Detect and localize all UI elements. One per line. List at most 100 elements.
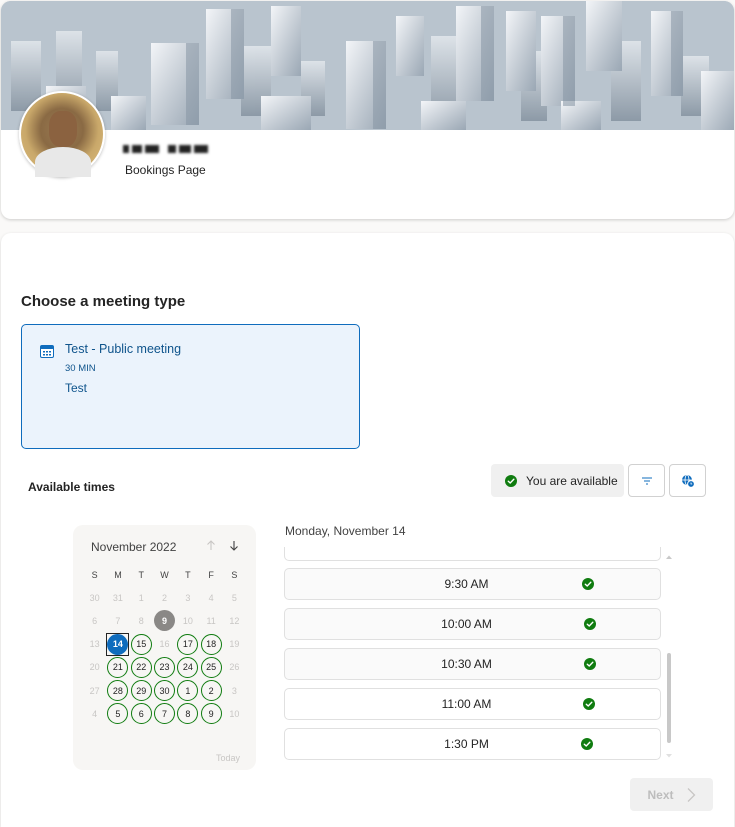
calendar-day: 10 xyxy=(223,702,246,725)
filter-button[interactable] xyxy=(628,464,665,497)
calendar-day[interactable]: 28 xyxy=(106,679,129,702)
meeting-type-card[interactable]: Test - Public meeting 30 MIN Test xyxy=(21,324,360,449)
weekday-header: F xyxy=(208,569,214,580)
calendar-day[interactable]: 1 xyxy=(176,679,199,702)
time-slot[interactable]: 1:30 PM xyxy=(284,728,661,760)
calendar-day-number: 25 xyxy=(200,656,222,678)
timezone-button[interactable] xyxy=(669,464,706,497)
calendar-day: 3 xyxy=(176,586,199,609)
section-title: Choose a meeting type xyxy=(21,293,186,310)
calendar-day[interactable]: 9 xyxy=(199,702,222,725)
calendar-day[interactable]: 23 xyxy=(153,656,176,679)
go-to-today-link[interactable]: Today xyxy=(216,753,240,763)
calendar-day-number: 30 xyxy=(154,680,176,702)
bookings-page-label: Bookings Page xyxy=(125,163,206,177)
availability-status-button[interactable]: You are available xyxy=(491,464,624,497)
calendar-day[interactable]: 6 xyxy=(130,702,153,725)
time-slot[interactable]: 10:30 AM xyxy=(284,648,661,680)
calendar-day[interactable]: 7 xyxy=(153,702,176,725)
calendar-day: 4 xyxy=(199,586,222,609)
cover-banner xyxy=(1,1,734,130)
calendar-day-number: 1 xyxy=(177,680,199,702)
time-slot[interactable]: 9:30 AM xyxy=(284,568,661,600)
redacted-name xyxy=(123,143,208,155)
scroll-down-arrow-icon[interactable] xyxy=(665,753,673,759)
calendar-day-number: 10 xyxy=(229,708,240,719)
calendar-day-number: 3 xyxy=(185,592,191,603)
scroll-up-arrow-icon[interactable] xyxy=(665,554,673,560)
calendar-day: 11 xyxy=(199,609,222,632)
weekday-header: M xyxy=(114,569,122,580)
calendar-day[interactable]: 29 xyxy=(130,679,153,702)
check-circle-icon xyxy=(505,474,517,487)
calendar-day[interactable]: 8 xyxy=(176,702,199,725)
previous-month-button[interactable] xyxy=(203,537,219,553)
chevron-right-icon xyxy=(687,787,695,802)
check-circle-icon xyxy=(584,658,596,670)
calendar-day[interactable]: 25 xyxy=(199,656,222,679)
meeting-description: Test xyxy=(65,381,88,395)
calendar-day-number: 5 xyxy=(107,703,129,725)
calendar-day-number: 29 xyxy=(130,680,152,702)
next-month-button[interactable] xyxy=(226,537,242,553)
calendar-day-number: 1 xyxy=(138,592,144,603)
calendar-day: 13 xyxy=(83,633,106,656)
calendar-day: 31 xyxy=(106,586,129,609)
calendar-day: 2 xyxy=(153,586,176,609)
calendar-day-number: 8 xyxy=(138,615,144,626)
calendar-day-number: 21 xyxy=(107,656,129,678)
calendar-day-number: 31 xyxy=(112,592,123,603)
calendar-day-number: 16 xyxy=(159,639,170,650)
calendar-day-number: 17 xyxy=(177,633,199,655)
calendar-day-number: 22 xyxy=(130,656,152,678)
selected-day-focus-box xyxy=(106,632,130,656)
calendar-day[interactable]: 5 xyxy=(106,702,129,725)
time-slot-partial[interactable] xyxy=(284,547,661,561)
check-circle-icon xyxy=(584,618,596,630)
calendar-day-number: 26 xyxy=(229,662,240,673)
calendar-day: 26 xyxy=(223,656,246,679)
calendar-day-number: 5 xyxy=(231,592,237,603)
calendar-day-number: 20 xyxy=(89,662,100,673)
calendar-day-number: 3 xyxy=(231,685,237,696)
calendar-day-number: 2 xyxy=(162,592,168,603)
calendar-day: 1 xyxy=(130,586,153,609)
time-slot[interactable]: 11:00 AM xyxy=(284,688,661,720)
calendar-day-number: 7 xyxy=(115,615,121,626)
check-circle-icon xyxy=(582,578,594,590)
calendar-day: 10 xyxy=(176,609,199,632)
calendar-day-number: 12 xyxy=(229,615,240,626)
time-slot[interactable]: 10:00 AM xyxy=(284,608,661,640)
calendar-day: 30 xyxy=(83,586,106,609)
calendar-day[interactable]: 30 xyxy=(153,679,176,702)
calendar-day[interactable]: 21 xyxy=(106,656,129,679)
calendar-day[interactable]: 15 xyxy=(130,633,153,656)
time-slot-list: 9:30 AM 10:00 AM 10:30 AM 11:00 AM 1:30 … xyxy=(284,547,674,761)
calendar-month-label: November 2022 xyxy=(91,540,177,554)
calendar-day[interactable]: 17 xyxy=(176,633,199,656)
calendar-day-number: 2 xyxy=(200,680,222,702)
calendar-day[interactable]: 18 xyxy=(199,633,222,656)
calendar-day-number: 13 xyxy=(89,639,100,650)
calendar-day[interactable]: 2 xyxy=(199,679,222,702)
calendar-day-number: 9 xyxy=(200,703,222,725)
calendar-day-number: 27 xyxy=(89,685,100,696)
calendar-day: 3 xyxy=(223,679,246,702)
calendar-day: 12 xyxy=(223,609,246,632)
weekday-header: T xyxy=(138,569,144,580)
calendar-day[interactable]: 24 xyxy=(176,656,199,679)
next-button[interactable]: Next xyxy=(630,778,713,811)
calendar-day[interactable]: 22 xyxy=(130,656,153,679)
date-picker-calendar: November 2022 S M T W T F S 30 31 1 2 3 4 5 6 7 8 9 10 11 12… xyxy=(73,525,256,770)
slot-list-scrollbar[interactable] xyxy=(667,653,671,743)
selected-date-heading: Monday, November 14 xyxy=(285,524,406,538)
calendar-day: 6 xyxy=(83,609,106,632)
calendar-day: 16 xyxy=(153,633,176,656)
arrow-down-icon xyxy=(230,540,238,551)
calendar-day-selected[interactable]: 14 xyxy=(106,632,130,656)
time-slot-label: 1:30 PM xyxy=(444,737,489,751)
calendar-day-today: 9 xyxy=(153,609,176,632)
calendar-day-number: 30 xyxy=(89,592,100,603)
calendar-day-number: 19 xyxy=(229,639,240,650)
calendar-day: 19 xyxy=(223,633,246,656)
